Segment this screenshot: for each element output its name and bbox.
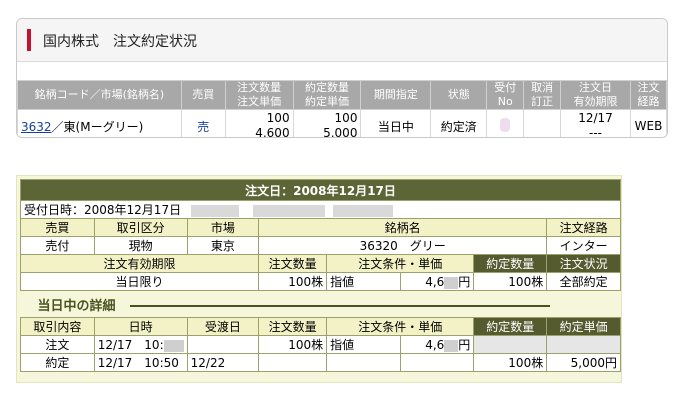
col-cancel-fix: 取消 訂正 (523, 80, 562, 110)
route-cell: WEB (629, 109, 667, 137)
detail-header-row-3: 取引内容 日時 受渡日 注文数量 注文条件・単価 約定数量 約定単価 (20, 317, 621, 336)
order-status-panel: 国内株式 注文約定状況 銘柄コード／市場(銘柄名) 売買 注文数量 注文単価 約定… (16, 18, 668, 138)
masked-price (444, 339, 459, 352)
table-header-row: 銘柄コード／市場(銘柄名) 売買 注文数量 注文単価 約定数量 約定単価 期間指定 … (17, 80, 667, 110)
detail-row-2: 当日限り 100株 指値 4,6 円 100株 全部約定 (19, 272, 621, 291)
accent-bar (27, 29, 31, 51)
detail-header-row-2: 注文有効期限 注文数量 注文条件・単価 約定数量 注文状況 (19, 254, 621, 273)
order-detail-table: 注文日：2008年12月17日 受付日時：2008年12月17日 売買 取引区分… (19, 179, 621, 372)
brand-cell: 3632／東(Mーグリー) (17, 109, 182, 137)
masked-receipt-icon (500, 117, 511, 132)
status-cell: 約定済 (430, 109, 488, 137)
order-status-table: 銘柄コード／市場(銘柄名) 売買 注文数量 注文単価 約定数量 約定単価 期間指定 … (17, 80, 667, 137)
masked-price (444, 276, 459, 289)
order-detail-panel: 注文日：2008年12月17日 受付日時：2008年12月17日 売買 取引区分… (16, 175, 622, 383)
period-cell: 当日中 (360, 109, 432, 137)
order-qty-price: 100 4,600 (224, 109, 294, 137)
section-title: 当日中の詳細 (20, 290, 621, 318)
col-buy-sell: 売買 (180, 80, 226, 110)
masked-time (190, 204, 239, 217)
row-datetime: 12/17 10: (93, 335, 188, 354)
panel-header: 国内株式 注文約定状況 (17, 19, 667, 62)
col-exec-qty-price: 約定数量 約定単価 (292, 80, 362, 110)
col-receipt-no: 受付 No (486, 80, 525, 110)
side-cell: 売 (180, 109, 226, 137)
exec-qty-price: 100 5,000 (292, 109, 362, 137)
brand-code-link[interactable]: 3632 (21, 120, 52, 134)
page-title: 国内株式 注文約定状況 (43, 34, 197, 50)
receipt-no-cell (486, 109, 525, 137)
col-period: 期間指定 (360, 80, 432, 110)
masked-id (252, 204, 325, 217)
section-row: 当日中の詳細 (20, 290, 621, 318)
order-price: 4,6 円 (399, 272, 475, 291)
market-name: ／東(Mーグリー) (51, 119, 144, 134)
detail-header-row-1: 売買 取引区分 市場 銘柄名 注文経路 (20, 218, 621, 237)
table-row: 約定 12/17 10:50 12/22 100株 5,000円 (20, 353, 621, 372)
masked-id-2 (332, 204, 393, 217)
order-date-banner: 注文日：2008年12月17日 (20, 179, 621, 201)
received-datetime: 受付日時：2008年12月17日 (20, 200, 621, 219)
col-brand-market: 銘柄コード／市場(銘柄名) (17, 80, 182, 110)
table-row: 注文 12/17 10: 100株 指値 4,6 円 (20, 335, 621, 354)
section-divider (129, 305, 550, 307)
order-date-cell: 12/17 --- (560, 109, 631, 137)
cancel-fix-cell (523, 109, 562, 137)
col-route: 注文 経路 (629, 80, 667, 110)
detail-row-1: 売付 現物 東京 36320 グリー インター (20, 236, 621, 255)
col-order-date: 注文日 有効期限 (560, 80, 631, 110)
col-status: 状態 (430, 80, 488, 110)
col-qty-price: 注文数量 注文単価 (224, 80, 294, 110)
masked-minute (163, 339, 184, 352)
table-row: 3632／東(Mーグリー) 売 100 4,600 100 5,000 当日中 約定… (17, 109, 667, 137)
